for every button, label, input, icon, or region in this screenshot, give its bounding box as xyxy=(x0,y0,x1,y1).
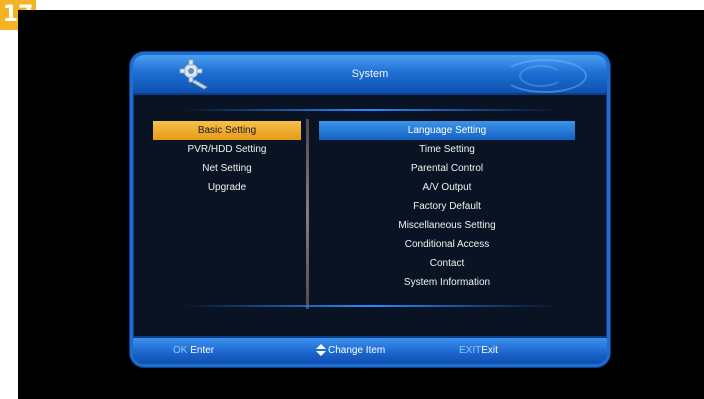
menu-item-system-information[interactable]: System Information xyxy=(319,273,575,292)
menu-item-miscellaneous-setting[interactable]: Miscellaneous Setting xyxy=(319,216,575,235)
system-menu-window: System Basic Setting PVR/HDD Setting Net… xyxy=(130,52,610,367)
ok-key-label: OK xyxy=(173,345,188,356)
top-glow-divider xyxy=(183,109,557,111)
menu-item-parental-control[interactable]: Parental Control xyxy=(319,159,575,178)
tv-screen: System Basic Setting PVR/HDD Setting Net… xyxy=(18,10,704,399)
ok-enter-hint: OK Enter xyxy=(173,338,214,364)
menu-item-time-setting[interactable]: Time Setting xyxy=(319,140,575,159)
menu-item-net-setting[interactable]: Net Setting xyxy=(153,159,301,178)
menu-item-language-setting[interactable]: Language Setting xyxy=(319,121,575,140)
exit-key-label: EXIT xyxy=(459,345,482,356)
menu-item-conditional-access[interactable]: Conditional Access xyxy=(319,235,575,254)
left-category-menu: Basic Setting PVR/HDD Setting Net Settin… xyxy=(153,121,301,197)
menu-item-factory-default[interactable]: Factory Default xyxy=(319,197,575,216)
title-bar: System xyxy=(133,55,607,95)
exit-hint: EXITExit xyxy=(459,338,498,364)
enter-label: Enter xyxy=(190,345,215,356)
change-item-label: Change Item xyxy=(328,345,386,356)
menu-item-pvr-hdd-setting[interactable]: PVR/HDD Setting xyxy=(153,140,301,159)
window-title: System xyxy=(351,68,389,80)
menu-item-contact[interactable]: Contact xyxy=(319,254,575,273)
footer-hint-bar: OK Enter Change Item EXITExit xyxy=(133,336,607,364)
right-submenu: Language Setting Time Setting Parental C… xyxy=(319,121,575,292)
menu-item-upgrade[interactable]: Upgrade xyxy=(153,178,301,197)
menu-item-av-output[interactable]: A/V Output xyxy=(319,178,575,197)
up-down-arrows-icon xyxy=(316,344,326,357)
menu-column-divider xyxy=(306,119,309,309)
exit-label: Exit xyxy=(481,345,498,356)
bottom-glow-divider xyxy=(183,305,557,307)
change-item-hint: Change Item xyxy=(316,338,385,364)
menu-item-basic-setting[interactable]: Basic Setting xyxy=(153,121,301,140)
